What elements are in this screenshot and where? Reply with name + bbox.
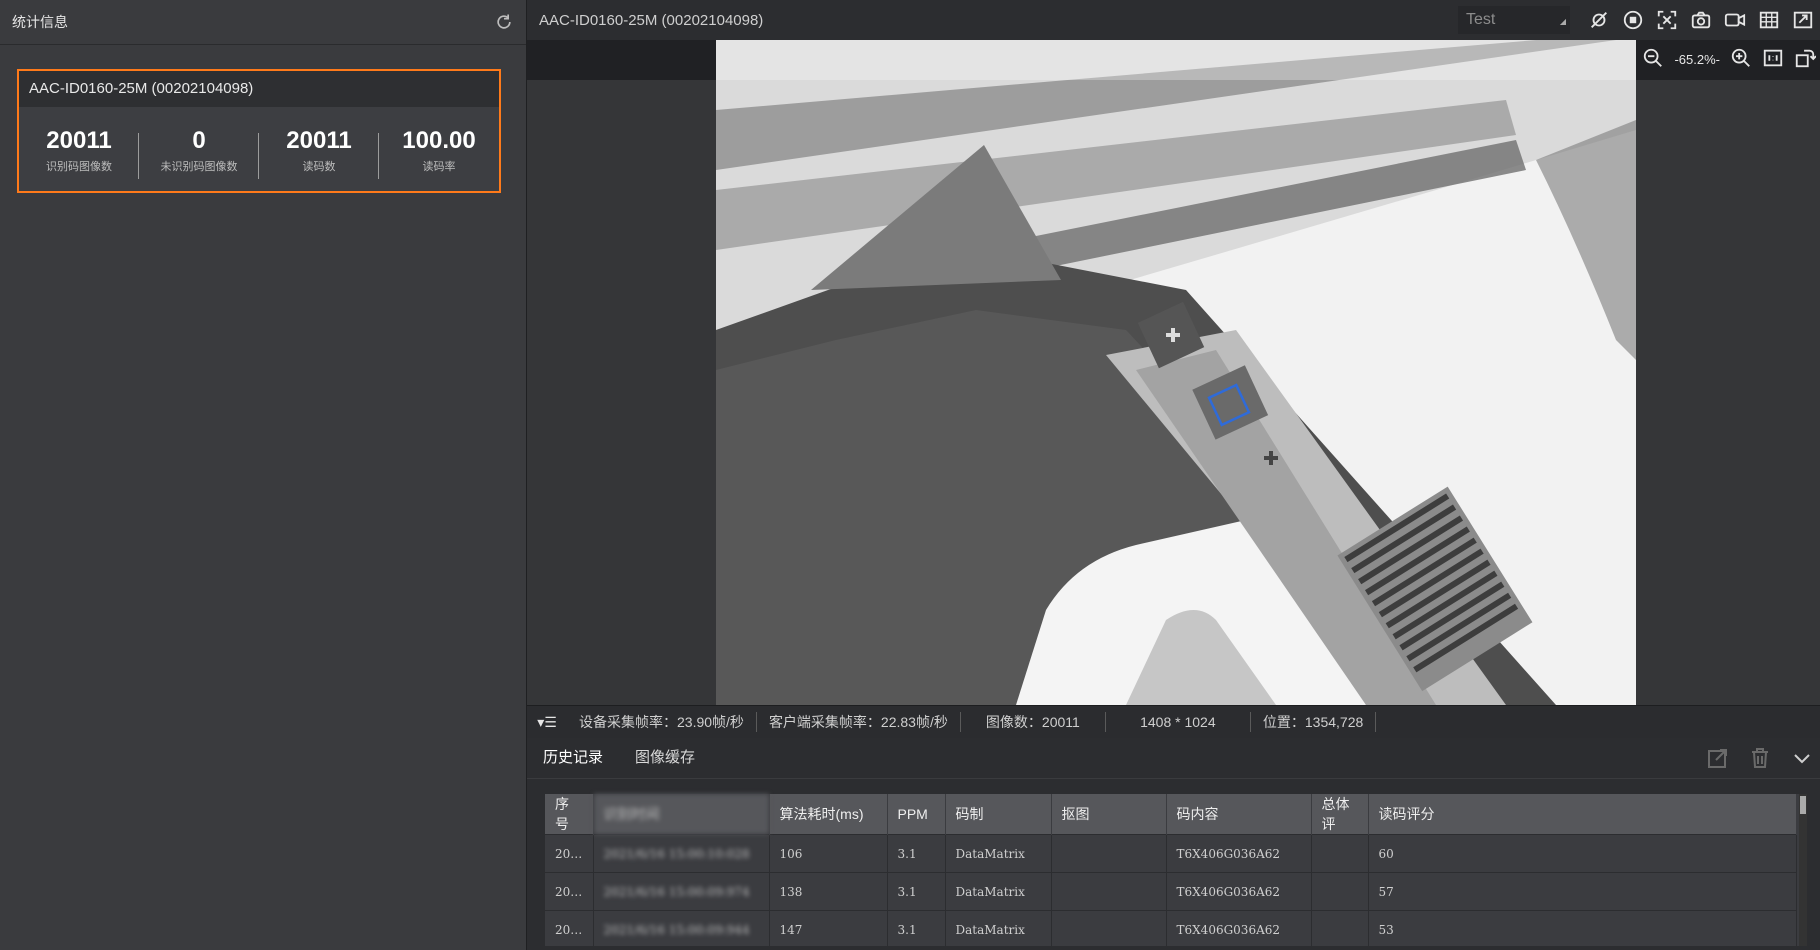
col-read-score[interactable]: 读码评分	[1368, 794, 1797, 835]
cell-time: 2021/6/16 15:00:09:974	[593, 872, 770, 911]
actual-size-icon[interactable]	[1762, 47, 1784, 72]
stat-value: 20011	[46, 126, 112, 154]
collapse-chevron-icon[interactable]	[1790, 746, 1814, 773]
delete-icon[interactable]	[1748, 746, 1772, 773]
results-actions	[1706, 746, 1820, 773]
camera-image-drawing	[716, 40, 1636, 705]
table-row[interactable]: 20… 2021/6/16 15:00:10:028 106 3.1 DataM…	[545, 834, 1797, 873]
col-time[interactable]: 识别时间	[593, 794, 770, 835]
cell-crop	[1051, 872, 1167, 911]
cell-crop	[1051, 910, 1167, 948]
cell-overall-grade	[1311, 834, 1369, 873]
cell-algo-time: 138	[769, 872, 888, 911]
stat-value: 0	[192, 126, 206, 154]
zoom-value: -65.2%-	[1674, 51, 1720, 67]
table-scrollbar[interactable]	[1799, 794, 1807, 946]
cell-ppm: 3.1	[887, 910, 946, 948]
cell-index: 20…	[545, 834, 594, 873]
history-table-wrap: 序号 识别时间 算法耗时(ms) PPM 码制 抠图 码内容 总体评 读码评分 …	[545, 794, 1807, 948]
cell-time: 2021/6/16 15:00:09:944	[593, 910, 770, 948]
status-menu-icon[interactable]: ▾☰	[527, 714, 567, 731]
status-device-fps: 设备采集帧率：23.90帧/秒	[567, 712, 757, 732]
zoom-controls: -65.2%-	[1642, 45, 1820, 73]
cell-ppm: 3.1	[887, 834, 946, 873]
no-trigger-icon[interactable]	[1582, 7, 1616, 33]
cell-index: 20…	[545, 910, 594, 948]
statistics-header: 统计信息	[0, 0, 526, 45]
camera-image[interactable]	[716, 40, 1636, 705]
results-tabs: 历史记录 图像缓存	[527, 738, 1820, 779]
cell-code-content: T6X406G036A62	[1166, 834, 1312, 873]
cell-symbology: DataMatrix	[945, 872, 1052, 911]
device-stat-card[interactable]: AAC-ID0160-25M (00202104098) 20011 识别码图像…	[17, 69, 501, 193]
stat-read-count: 20011 读码数	[259, 126, 379, 179]
cell-symbology: DataMatrix	[945, 834, 1052, 873]
status-bar: ▾☰ 设备采集帧率：23.90帧/秒 客户端采集帧率：22.83帧/秒 图像数：…	[527, 705, 1820, 739]
record-icon[interactable]	[1718, 7, 1752, 33]
cell-code-content: T6X406G036A62	[1166, 872, 1312, 911]
tab-image-cache[interactable]: 图像缓存	[619, 738, 711, 778]
zoom-in-icon[interactable]	[1730, 47, 1752, 72]
stat-label: 识别码图像数	[46, 160, 112, 173]
cell-time: 2021/6/16 15:00:10:028	[593, 834, 770, 873]
status-image-count: 图像数：20011	[961, 712, 1106, 732]
viewer-area: AAC-ID0160-25M (00202104098) Test ◢ -65.…	[527, 0, 1820, 950]
stop-icon[interactable]	[1616, 7, 1650, 33]
stat-value: 20011	[286, 126, 352, 154]
cell-overall-grade	[1311, 872, 1369, 911]
status-position: 位置：1354,728	[1251, 712, 1377, 732]
col-code-content[interactable]: 码内容	[1166, 794, 1312, 835]
stat-label: 未识别码图像数	[160, 160, 238, 173]
snapshot-icon[interactable]	[1684, 7, 1718, 33]
results-panel: 历史记录 图像缓存 序号 识别时间 算法耗时(ms) PPM 码制 抠图 码内容…	[527, 738, 1820, 950]
col-symbology[interactable]: 码制	[945, 794, 1052, 835]
cell-crop	[1051, 834, 1167, 873]
col-index[interactable]: 序号	[545, 794, 594, 835]
col-overall-grade[interactable]: 总体评	[1311, 794, 1369, 835]
export-records-icon[interactable]	[1706, 746, 1730, 773]
zoom-out-icon[interactable]	[1642, 47, 1664, 72]
stat-recognized-images: 20011 识别码图像数	[19, 126, 139, 179]
stat-read-rate: 100.00 读码率	[379, 127, 499, 174]
cell-algo-time: 106	[769, 834, 888, 873]
image-top-shade	[716, 40, 1636, 80]
table-row[interactable]: 20… 2021/6/16 15:00:09:944 147 3.1 DataM…	[545, 910, 1797, 948]
stat-label: 读码率	[422, 160, 456, 173]
cell-index: 20…	[545, 872, 594, 911]
statistics-title: 统计信息	[12, 14, 68, 30]
cell-ppm: 3.1	[887, 872, 946, 911]
viewer-toolbar: AAC-ID0160-25M (00202104098) Test	[527, 0, 1820, 41]
status-resolution: 1408 * 1024	[1106, 712, 1251, 732]
export-icon[interactable]	[1786, 7, 1820, 33]
table-row[interactable]: 20… 2021/6/16 15:00:09:974 138 3.1 DataM…	[545, 872, 1797, 911]
status-client-fps: 客户端采集帧率：22.83帧/秒	[757, 712, 961, 732]
image-viewer[interactable]: -65.2%-	[527, 40, 1820, 705]
table-header-row: 序号 识别时间 算法耗时(ms) PPM 码制 抠图 码内容 总体评 读码评分	[545, 794, 1797, 835]
device-title: AAC-ID0160-25M (00202104098)	[539, 11, 764, 29]
stat-label: 读码数	[302, 160, 336, 173]
cell-read-score: 57	[1368, 872, 1797, 911]
stat-unrecognized-images: 0 未识别码图像数	[139, 126, 259, 179]
history-table: 序号 识别时间 算法耗时(ms) PPM 码制 抠图 码内容 总体评 读码评分 …	[545, 794, 1797, 948]
cell-code-content: T6X406G036A62	[1166, 910, 1312, 948]
cell-read-score: 60	[1368, 834, 1797, 873]
cell-overall-grade	[1311, 910, 1369, 948]
cell-algo-time: 147	[769, 910, 888, 948]
rotate-icon[interactable]	[1794, 47, 1817, 72]
tab-history[interactable]: 历史记录	[527, 738, 619, 778]
grid-icon[interactable]	[1752, 7, 1786, 33]
col-algo-time[interactable]: 算法耗时(ms)	[769, 794, 888, 835]
statistics-panel: 统计信息 AAC-ID0160-25M (00202104098) 20011 …	[0, 0, 527, 950]
refresh-icon[interactable]	[494, 12, 514, 32]
fullscreen-icon[interactable]	[1650, 7, 1684, 33]
stat-value: 100.00	[402, 126, 476, 154]
cell-symbology: DataMatrix	[945, 910, 1052, 948]
col-ppm[interactable]: PPM	[887, 794, 946, 835]
device-stat-card-title: AAC-ID0160-25M (00202104098)	[19, 71, 499, 107]
cell-read-score: 53	[1368, 910, 1797, 948]
stat-row: 20011 识别码图像数 0 未识别码图像数 20011 读码数 100.00 …	[19, 107, 499, 193]
table-scroll-thumb[interactable]	[1800, 796, 1806, 814]
mode-select[interactable]: Test	[1458, 6, 1570, 36]
col-crop[interactable]: 抠图	[1051, 794, 1167, 835]
